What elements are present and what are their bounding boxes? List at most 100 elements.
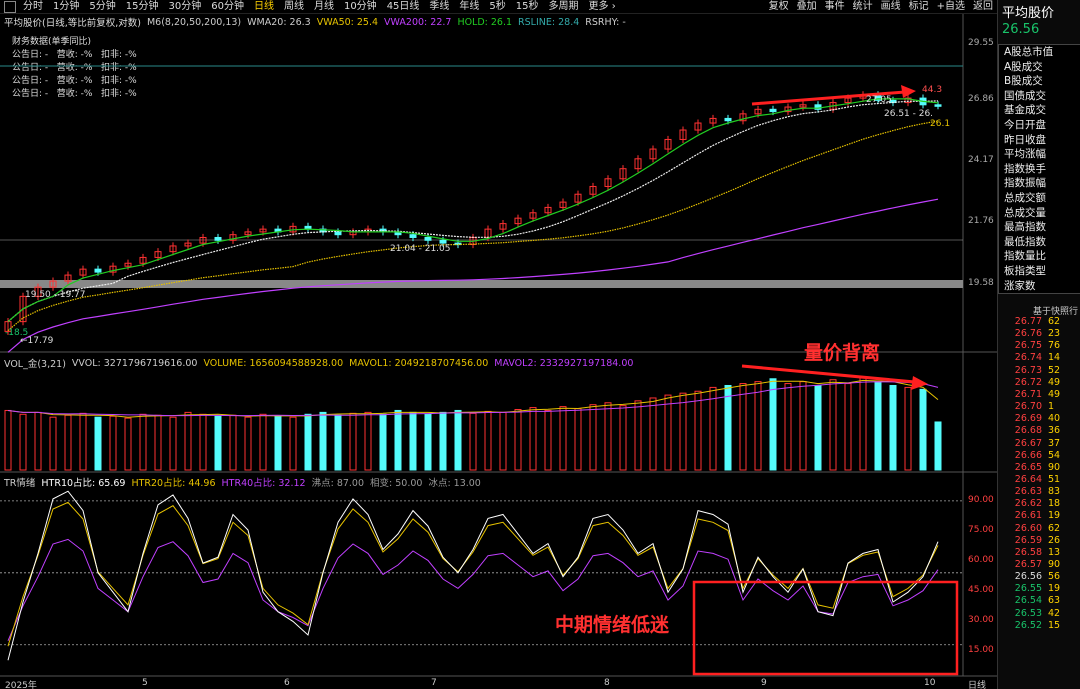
- orderbook-volume: 36: [1048, 425, 1061, 437]
- orderbook-volume: 19: [1048, 510, 1061, 522]
- volume-bar: [289, 416, 297, 471]
- orderbook-price: 26.71: [1014, 388, 1042, 400]
- stats-menu-item[interactable]: 指数量比: [999, 249, 1080, 264]
- tr-indicator-line: TR情绪 HTR10占比: 65.69 HTR20占比: 44.96 HTR40占比:…: [4, 475, 481, 489]
- orderbook-price: 26.58: [1014, 546, 1042, 558]
- stats-menu-item[interactable]: 今日开盘: [999, 118, 1080, 133]
- orderbook-volume: 49: [1048, 376, 1061, 388]
- indicator-value: MAVOL2: 2332927197184.00: [494, 357, 634, 369]
- x-label: 10: [924, 678, 936, 688]
- volume-bar: [4, 409, 12, 471]
- volume-bar: [739, 383, 747, 471]
- orderbook-volume: 23: [1048, 328, 1061, 340]
- stats-menu-item[interactable]: 总成交额: [999, 191, 1080, 206]
- volume-bar: [319, 411, 327, 471]
- orderbook-price: 26.62: [1014, 498, 1042, 510]
- orderbook-price: 26.65: [1014, 461, 1042, 473]
- hold-value-label: 26.1: [930, 119, 951, 129]
- orderbook-row: 26.62 18: [998, 498, 1080, 510]
- orderbook-price: 26.60: [1014, 522, 1042, 534]
- orderbook-price: 26.59: [1014, 534, 1042, 546]
- volume-bar: [784, 383, 792, 471]
- orderbook-price: 26.76: [1014, 328, 1042, 340]
- orderbook-price: 26.55: [1014, 583, 1042, 595]
- volume-bar: [79, 412, 87, 471]
- x-label: 2025年: [5, 681, 37, 689]
- stats-menu-item[interactable]: 总成交量: [999, 206, 1080, 221]
- orderbook-row: 26.70 1: [998, 401, 1080, 413]
- orderbook-volume: 18: [1048, 498, 1061, 510]
- indicator-value: 冰点: 13.00: [428, 478, 481, 489]
- volume-bar: [904, 386, 912, 471]
- stats-menu-item[interactable]: 昨日收盘: [999, 133, 1080, 148]
- x-label: 5: [142, 678, 148, 688]
- volume-bar: [49, 416, 57, 471]
- x-label: 6: [284, 678, 290, 688]
- orderbook-price: 26.53: [1014, 607, 1042, 619]
- orderbook-price: 26.57: [1014, 559, 1042, 570]
- volume-bar: [409, 411, 417, 471]
- stats-menu-item[interactable]: 板指类型: [999, 264, 1080, 279]
- orderbook-volume: 14: [1048, 352, 1061, 364]
- vwa50-line: [7, 120, 939, 332]
- indicator-value: HTR40占比: 32.12: [221, 478, 306, 489]
- orderbook-row: 26.68 36: [998, 425, 1080, 437]
- stats-menu-item[interactable]: B股成交: [999, 74, 1080, 89]
- candle-body: [214, 236, 222, 241]
- volume-bar: [304, 413, 312, 471]
- stats-menu-item[interactable]: 基金成交: [999, 103, 1080, 118]
- volume-indicator-line: VOL_金(3,21) VVOL: 3271796719616.00 VOLUME:…: [4, 356, 634, 371]
- orderbook-volume: 15: [1048, 619, 1061, 631]
- stats-menu-item[interactable]: 最低指数: [999, 235, 1080, 250]
- stats-menu-item[interactable]: A股总市值: [999, 45, 1080, 60]
- indicator-value: 相变: 50.00: [370, 478, 423, 489]
- stats-menu-item[interactable]: 国债成交: [999, 89, 1080, 104]
- orderbook-price: 26.77: [1014, 316, 1042, 327]
- candle-body: [334, 231, 342, 236]
- volume-bar: [859, 377, 867, 471]
- volume-bar: [259, 413, 267, 471]
- orderbook-price: 26.66: [1014, 449, 1042, 461]
- volume-bar: [709, 386, 717, 471]
- orderbook-volume: 90: [1048, 461, 1061, 473]
- stats-menu-item[interactable]: 指数换手: [999, 162, 1080, 177]
- volume-bar: [829, 379, 837, 471]
- volume-bar: [229, 414, 237, 471]
- volume-bar: [769, 378, 777, 471]
- volume-bar: [394, 409, 402, 471]
- htr10-line: [7, 490, 939, 661]
- orderbook-row: 26.59 26: [998, 535, 1080, 547]
- orderbook-row: 26.64 51: [998, 474, 1080, 486]
- volume-bar: [799, 381, 807, 471]
- mavol2-line: [7, 381, 939, 417]
- volume-bar: [244, 416, 252, 471]
- orderbook-volume: 54: [1048, 449, 1061, 461]
- stats-menu-item[interactable]: 最高指数: [999, 220, 1080, 235]
- orderbook-volume: 42: [1048, 607, 1061, 619]
- volume-bar: [919, 388, 927, 471]
- orderbook-row: 26.71 49: [998, 389, 1080, 401]
- high-label: 44.3: [922, 85, 943, 95]
- stats-menu-item[interactable]: A股成交: [999, 60, 1080, 75]
- volume-bar: [64, 414, 72, 471]
- orderbook-volume: 63: [1048, 595, 1061, 607]
- volume-bar: [454, 409, 462, 471]
- stats-menu-item[interactable]: 指数振幅: [999, 176, 1080, 191]
- low-sentiment-box: [692, 580, 959, 676]
- stats-menu-item[interactable]: 涨家数: [999, 279, 1080, 294]
- orderbook-row: 26.65 90: [998, 462, 1080, 474]
- price-tick: 24.17: [968, 155, 994, 165]
- volume-bar: [274, 415, 282, 471]
- orderbook-volume: 40: [1048, 413, 1061, 425]
- volume-bar: [424, 413, 432, 471]
- orderbook-row: 26.72 49: [998, 377, 1080, 389]
- orderbook-volume: 1: [1048, 401, 1055, 413]
- price-tick: 19.58: [968, 278, 994, 288]
- stats-menu-item[interactable]: 平均涨幅: [999, 147, 1080, 162]
- orderbook-volume: 26: [1048, 534, 1061, 546]
- orderbook-volume: 37: [1048, 437, 1061, 449]
- volume-bar: [484, 410, 492, 471]
- tr-tick: 90.00: [968, 495, 994, 505]
- orderbook-row: 26.66 54: [998, 450, 1080, 462]
- volume-bar: [199, 413, 207, 471]
